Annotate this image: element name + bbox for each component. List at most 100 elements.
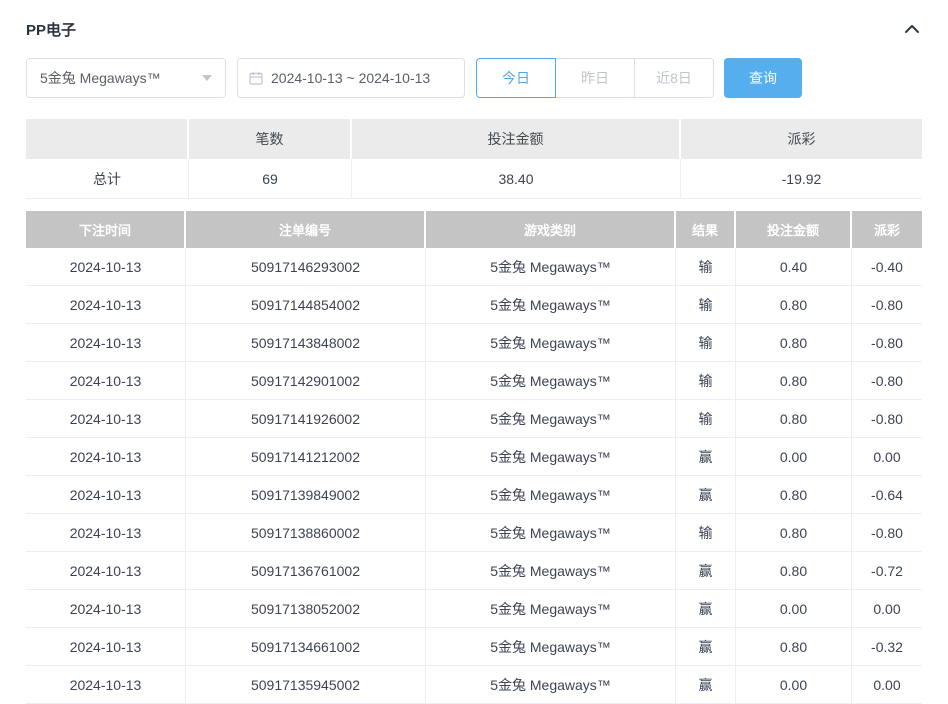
game-type-cell: 5金兔 Megaways™	[426, 248, 676, 285]
game-select-value: 5金兔 Megaways™	[40, 68, 161, 88]
filter-controls: 5金兔 Megaways™ 2024-10-13 ~ 2024-10-13 今日…	[26, 58, 922, 98]
result-header: 结果	[676, 211, 736, 248]
summary-header-count: 笔数	[189, 119, 352, 159]
bet-id-cell: 50917134661002	[186, 628, 426, 665]
payout-cell: 0.00	[852, 438, 922, 475]
bet-id-cell: 50917141926002	[186, 400, 426, 437]
result-cell: 赢	[676, 476, 736, 513]
bet-amount-cell: 0.40	[736, 248, 852, 285]
payout-cell: -0.80	[852, 400, 922, 437]
calendar-icon	[249, 71, 263, 85]
date-range-value: 2024-10-13 ~ 2024-10-13	[271, 70, 430, 86]
table-row: 2024-10-13509171398490025金兔 Megaways™赢0.…	[26, 476, 922, 514]
bet-id-cell: 50917143848002	[186, 324, 426, 361]
summary-header-payout: 派彩	[681, 119, 922, 159]
chevron-up-icon	[904, 23, 920, 35]
bet-amount-cell: 0.80	[736, 324, 852, 361]
game-type-header: 游戏类别	[426, 211, 676, 248]
table-row: 2024-10-13509171412120025金兔 Megaways™赢0.…	[26, 438, 922, 476]
game-type-cell: 5金兔 Megaways™	[426, 552, 676, 589]
result-cell: 输	[676, 362, 736, 399]
payout-cell: 0.00	[852, 590, 922, 627]
date-range-input[interactable]: 2024-10-13 ~ 2024-10-13	[237, 58, 465, 98]
bet-amount-cell: 0.80	[736, 400, 852, 437]
bet-id-cell: 50917141212002	[186, 438, 426, 475]
bet-amount-cell: 0.80	[736, 514, 852, 551]
result-cell: 赢	[676, 666, 736, 703]
table-row: 2024-10-13509171359450025金兔 Megaways™赢0.…	[26, 666, 922, 704]
yesterday-button[interactable]: 昨日	[555, 58, 635, 98]
bet-time-cell: 2024-10-13	[26, 438, 186, 475]
betting-records-panel: PP电子 5金兔 Megaways™ 2024-10-13 ~ 2024-10-…	[0, 0, 948, 704]
result-cell: 赢	[676, 438, 736, 475]
total-label-cell: 总计	[26, 159, 189, 198]
bet-amount-cell: 0.00	[736, 438, 852, 475]
caret-down-icon	[202, 75, 212, 81]
bet-amount-cell: 0.80	[736, 286, 852, 323]
summary-header-bet-amount: 投注金额	[352, 119, 681, 159]
summary-table-header: 笔数 投注金额 派彩	[26, 119, 922, 159]
game-type-cell: 5金兔 Megaways™	[426, 590, 676, 627]
bet-id-cell: 50917139849002	[186, 476, 426, 513]
bet-amount-cell: 0.80	[736, 476, 852, 513]
game-type-cell: 5金兔 Megaways™	[426, 362, 676, 399]
table-row: 2024-10-13509171380520025金兔 Megaways™赢0.…	[26, 590, 922, 628]
payout-cell: -0.80	[852, 362, 922, 399]
result-cell: 输	[676, 400, 736, 437]
table-row: 2024-10-13509171367610025金兔 Megaways™赢0.…	[26, 552, 922, 590]
collapse-panel-button[interactable]	[902, 19, 922, 39]
bet-time-header: 下注时间	[26, 211, 186, 248]
bet-time-cell: 2024-10-13	[26, 286, 186, 323]
result-cell: 输	[676, 248, 736, 285]
bet-time-cell: 2024-10-13	[26, 400, 186, 437]
bet-time-cell: 2024-10-13	[26, 514, 186, 551]
payout-cell: -0.40	[852, 248, 922, 285]
page-title: PP电子	[26, 19, 76, 40]
total-payout-cell: -19.92	[681, 159, 922, 198]
bet-time-cell: 2024-10-13	[26, 362, 186, 399]
bet-amount-cell: 0.00	[736, 590, 852, 627]
bet-time-cell: 2024-10-13	[26, 628, 186, 665]
table-row: 2024-10-13509171388600025金兔 Megaways™输0.…	[26, 514, 922, 552]
payout-cell: -0.80	[852, 514, 922, 551]
bet-id-cell: 50917146293002	[186, 248, 426, 285]
today-button[interactable]: 今日	[476, 58, 556, 98]
bet-time-cell: 2024-10-13	[26, 248, 186, 285]
game-select[interactable]: 5金兔 Megaways™	[26, 58, 226, 98]
payout-cell: -0.32	[852, 628, 922, 665]
bet-amount-cell: 0.00	[736, 666, 852, 703]
payout-header: 派彩	[852, 211, 922, 248]
quick-filter-group: 今日昨日近8日	[476, 58, 714, 98]
summary-total-row: 总计 69 38.40 -19.92	[26, 159, 922, 199]
bet-id-cell: 50917138860002	[186, 514, 426, 551]
payout-cell: 0.00	[852, 666, 922, 703]
bet-amount-header: 投注金额	[736, 211, 852, 248]
game-type-cell: 5金兔 Megaways™	[426, 400, 676, 437]
table-row: 2024-10-13509171346610025金兔 Megaways™赢0.…	[26, 628, 922, 666]
game-type-cell: 5金兔 Megaways™	[426, 324, 676, 361]
records-table: 下注时间注单编号游戏类别结果投注金额派彩 2024-10-13509171462…	[26, 211, 922, 704]
bet-id-header: 注单编号	[186, 211, 426, 248]
game-type-cell: 5金兔 Megaways™	[426, 628, 676, 665]
total-count-cell: 69	[189, 159, 352, 198]
summary-table: 笔数 投注金额 派彩 总计 69 38.40 -19.92	[26, 119, 922, 199]
bet-id-cell: 50917142901002	[186, 362, 426, 399]
game-type-cell: 5金兔 Megaways™	[426, 286, 676, 323]
bet-time-cell: 2024-10-13	[26, 666, 186, 703]
bet-id-cell: 50917144854002	[186, 286, 426, 323]
bet-time-cell: 2024-10-13	[26, 324, 186, 361]
table-row: 2024-10-13509171438480025金兔 Megaways™输0.…	[26, 324, 922, 362]
result-cell: 赢	[676, 628, 736, 665]
game-type-cell: 5金兔 Megaways™	[426, 476, 676, 513]
table-row: 2024-10-13509171448540025金兔 Megaways™输0.…	[26, 286, 922, 324]
table-row: 2024-10-13509171419260025金兔 Megaways™输0.…	[26, 400, 922, 438]
payout-cell: -0.80	[852, 324, 922, 361]
game-type-cell: 5金兔 Megaways™	[426, 438, 676, 475]
payout-cell: -0.64	[852, 476, 922, 513]
game-type-cell: 5金兔 Megaways™	[426, 666, 676, 703]
bet-time-cell: 2024-10-13	[26, 552, 186, 589]
last-8-days-button[interactable]: 近8日	[634, 58, 714, 98]
result-cell: 输	[676, 514, 736, 551]
records-table-body: 2024-10-13509171462930025金兔 Megaways™输0.…	[26, 248, 922, 704]
query-button[interactable]: 查询	[724, 58, 802, 98]
